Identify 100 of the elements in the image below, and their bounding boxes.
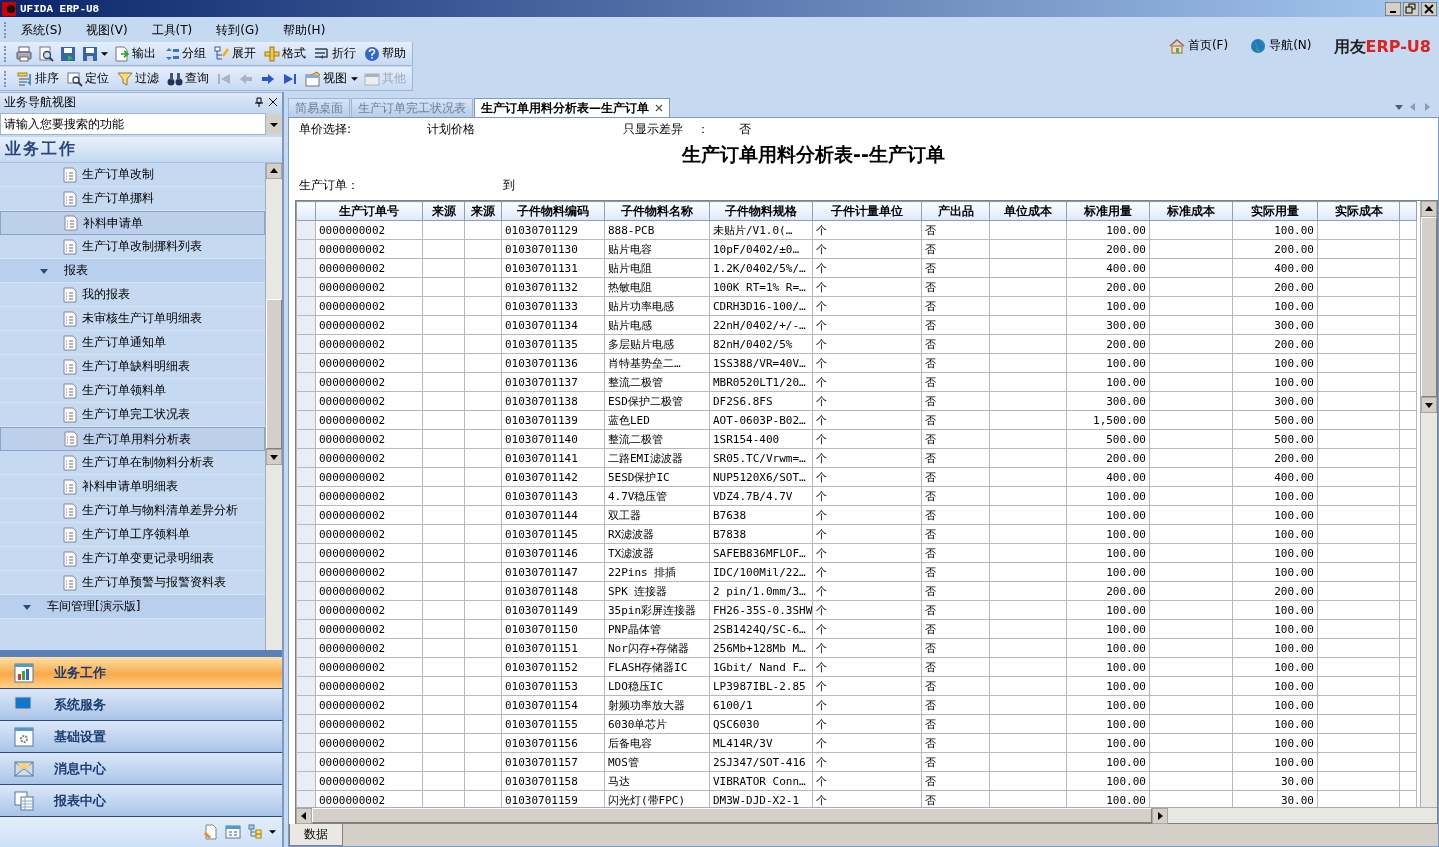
toolbar-grip[interactable] xyxy=(4,70,7,87)
toolbar-button[interactable]: 格式 xyxy=(262,43,308,64)
splitter-handle[interactable] xyxy=(0,650,282,657)
column-header[interactable]: 标准成本 xyxy=(1149,201,1233,221)
table-cell: 100.00 xyxy=(1232,296,1318,316)
close-icon[interactable] xyxy=(655,104,663,112)
tree-group[interactable]: 车间管理[演示版] xyxy=(0,595,265,619)
table-cell: 01030701135 xyxy=(501,334,605,354)
table-cell: 个 xyxy=(812,581,922,601)
pin-icon[interactable] xyxy=(254,97,264,107)
table-cell: 200.00 xyxy=(1232,277,1318,297)
dropdown-button[interactable] xyxy=(266,113,282,135)
toolbar-button[interactable]: 分组 xyxy=(162,43,208,64)
close-button[interactable] xyxy=(1421,1,1437,16)
scroll-right-icon[interactable] xyxy=(1423,103,1431,111)
column-header[interactable]: 生产订单号 xyxy=(315,201,423,221)
column-header[interactable]: 标准用量 xyxy=(1066,201,1150,221)
document-icon xyxy=(62,358,78,375)
table-cell: 整流二极管 xyxy=(604,429,710,449)
magnifier-icon[interactable] xyxy=(38,45,54,62)
nav-button[interactable]: 报表中心 xyxy=(0,785,282,817)
scroll-down-button[interactable] xyxy=(266,449,282,465)
restore-button[interactable] xyxy=(1403,1,1419,16)
minimize-button[interactable] xyxy=(1385,1,1401,16)
column-header[interactable]: 实际用量 xyxy=(1232,201,1318,221)
toolbar-grip[interactable] xyxy=(4,45,7,62)
tree-item[interactable]: 补料申请单明细表 xyxy=(0,475,265,499)
toolbar-button[interactable]: 折行 xyxy=(312,43,358,64)
nav-button[interactable]: 消息中心 xyxy=(0,753,282,785)
toolbar-button[interactable]: 排序 xyxy=(15,68,61,89)
tree-item[interactable]: 生产订单缺料明细表 xyxy=(0,355,265,379)
dropdown-arrow-icon[interactable] xyxy=(101,51,108,56)
calendar-icon[interactable] xyxy=(225,824,241,840)
column-header[interactable]: 来源 xyxy=(422,201,465,221)
scrollbar[interactable] xyxy=(296,807,1437,823)
menu-item[interactable]: 工具(T) xyxy=(141,21,207,39)
toolbar-button[interactable]: 查询 xyxy=(165,68,211,89)
scroll-up-button[interactable] xyxy=(1421,201,1437,217)
toolbar-button[interactable]: 过滤 xyxy=(115,68,161,89)
scroll-right-button[interactable] xyxy=(1152,808,1168,824)
scroll-down-button[interactable] xyxy=(1421,397,1437,413)
scroll-left-icon[interactable] xyxy=(1409,103,1417,111)
tree-item[interactable]: 生产订单领料单 xyxy=(0,379,265,403)
toolbar-button[interactable]: 帮助 xyxy=(362,43,408,64)
search-field[interactable]: 请输入您要搜索的功能 xyxy=(0,113,266,135)
column-header[interactable]: 子件物料编码 xyxy=(501,201,605,221)
toolbar-button[interactable]: 输出 xyxy=(112,43,158,64)
scroll-left-button[interactable] xyxy=(296,808,312,824)
save-icon[interactable] xyxy=(60,45,76,62)
tab[interactable]: 生产订单用料分析表—生产订单 xyxy=(474,98,670,117)
nav-button[interactable]: 基础设置 xyxy=(0,721,282,753)
tree-item[interactable]: 生产订单变更记录明细表 xyxy=(0,547,265,571)
printer-icon[interactable] xyxy=(16,45,32,62)
column-header[interactable]: 子件计量单位 xyxy=(812,201,922,221)
hierarchy-icon[interactable] xyxy=(247,824,263,840)
table-cell: 0000000002 xyxy=(315,714,423,734)
tab-list-icon[interactable] xyxy=(1395,103,1403,111)
tree-item[interactable]: 生产订单改制 xyxy=(0,163,265,187)
menu-item[interactable]: 转到(G) xyxy=(206,21,273,39)
scroll-up-button[interactable] xyxy=(266,163,282,179)
tree-item[interactable]: 生产订单与物料清单差异分析 xyxy=(0,499,265,523)
toolbar-button[interactable]: 定位 xyxy=(65,68,111,89)
column-header[interactable]: 实际成本 xyxy=(1317,201,1400,221)
menu-item[interactable]: 帮助(H) xyxy=(272,21,340,39)
nav-button[interactable]: 业务工作 xyxy=(0,657,282,689)
nav-button[interactable]: 系统服务 xyxy=(0,689,282,721)
tree-item[interactable]: 补料申请单 xyxy=(0,211,265,235)
nav-link[interactable]: 首页(F) xyxy=(1168,37,1229,54)
sheet-tab[interactable]: 数据 xyxy=(289,824,343,846)
table-cell: B7638 xyxy=(709,505,813,525)
toolbar-grip[interactable] xyxy=(4,22,7,38)
menu-item[interactable]: 系统(S) xyxy=(11,21,76,39)
column-header[interactable]: 子件物料名称 xyxy=(604,201,710,221)
scrollbar[interactable] xyxy=(1420,201,1437,807)
tree-item[interactable]: 生产订单在制物料分析表 xyxy=(0,451,265,475)
toolbar-button[interactable]: 展开 xyxy=(212,43,258,64)
column-header[interactable]: 子件物料规格 xyxy=(709,201,813,221)
table-cell: 个 xyxy=(812,239,922,259)
table-cell: 100.00 xyxy=(1232,543,1318,563)
tree-item[interactable]: 生产订单工序领料单 xyxy=(0,523,265,547)
settings-icon xyxy=(14,726,34,747)
column-header[interactable]: 单位成本 xyxy=(989,201,1067,221)
menu-item[interactable]: 视图(V) xyxy=(76,21,142,39)
tree-item[interactable]: 生产订单用料分析表 xyxy=(0,427,265,451)
table-cell: 整流二极管 xyxy=(604,372,710,392)
tree-group[interactable]: 报表 xyxy=(0,259,265,283)
tree-item[interactable]: 生产订单通知单 xyxy=(0,331,265,355)
table-cell: 个 xyxy=(812,733,922,753)
dropdown-arrow-icon[interactable] xyxy=(269,830,276,834)
nav-link[interactable]: 导航(N) xyxy=(1250,37,1312,54)
toolbar-button[interactable]: 视图 xyxy=(303,68,349,89)
save-icon[interactable] xyxy=(82,45,98,62)
scrollbar[interactable] xyxy=(265,163,282,650)
tree-item[interactable]: 未审核生产订单明细表 xyxy=(0,307,265,331)
tree-item[interactable]: 我的报表 xyxy=(0,283,265,307)
document-icon[interactable] xyxy=(203,824,219,840)
close-icon[interactable] xyxy=(268,97,278,107)
column-header[interactable]: 产出品 xyxy=(921,201,990,221)
column-header[interactable]: 来源 xyxy=(464,201,502,221)
dropdown-arrow-icon[interactable] xyxy=(351,76,358,81)
